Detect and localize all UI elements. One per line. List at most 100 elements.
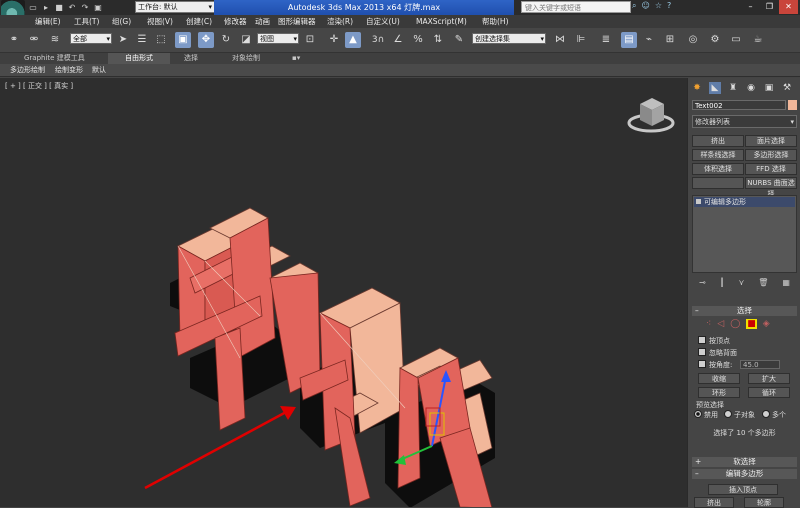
pin-stack-icon[interactable]: ⊸ xyxy=(699,278,706,290)
undo-icon[interactable]: ↶ xyxy=(67,3,77,12)
select-rotate-icon[interactable]: ↻ xyxy=(218,32,234,48)
workspace-dropdown[interactable]: 工作台: 默认 xyxy=(135,1,215,13)
selection-rollout-title[interactable]: – 选择 xyxy=(692,306,797,316)
edit-polygons-rollout-title[interactable]: – 编辑多边形 xyxy=(692,469,797,479)
mod-vol-select-button[interactable]: 体积选择 xyxy=(692,163,744,175)
shrink-button[interactable]: 收缩 xyxy=(698,373,740,384)
percent-snap-icon[interactable]: % xyxy=(410,32,426,48)
menu-group[interactable]: 组(G) xyxy=(112,16,131,27)
link-icon[interactable]: ⚭ xyxy=(6,32,22,48)
angle-spinner[interactable]: 45.0 xyxy=(740,360,780,369)
viewport-front[interactable]: [ + ] [ 正交 ] [ 真实 ] xyxy=(0,78,687,507)
mod-patch-select-button[interactable]: 面片选择 xyxy=(745,135,797,147)
minimize-icon[interactable]: – xyxy=(741,0,760,14)
preview-subobject-radio[interactable]: 子对象 xyxy=(724,410,755,420)
angle-snap-icon[interactable]: ∠ xyxy=(390,32,406,48)
object-name-field[interactable]: Text002 xyxy=(692,100,786,110)
tab-object-paint[interactable]: 对象绘制 xyxy=(226,53,266,64)
schematic-view-icon[interactable]: ⊞ xyxy=(662,32,678,48)
render-setup-icon[interactable]: ⚙ xyxy=(707,32,723,48)
open-file-icon[interactable]: ▸ xyxy=(41,3,51,12)
menu-graph-editors[interactable]: 图形编辑器 xyxy=(278,16,316,27)
menu-tools[interactable]: 工具(T) xyxy=(74,16,99,27)
select-object-icon[interactable]: ➤ xyxy=(115,32,131,48)
configure-sets-icon[interactable]: ▦ xyxy=(782,278,790,290)
object-color-swatch[interactable] xyxy=(788,100,797,110)
window-crossing-icon[interactable]: ▣ xyxy=(175,32,191,48)
restore-icon[interactable]: ❐ xyxy=(760,0,779,14)
menu-rendering[interactable]: 渲染(R) xyxy=(327,16,353,27)
by-angle-checkbox[interactable]: 按角度: xyxy=(698,360,732,370)
edge-level-icon[interactable]: ◁ xyxy=(717,319,724,329)
motion-panel-icon[interactable]: ◉ xyxy=(745,82,757,94)
soft-selection-rollout-title[interactable]: + 软选择 xyxy=(692,457,797,467)
show-end-result-icon[interactable]: ┃ xyxy=(720,278,725,290)
graphite-toggle-icon[interactable]: ▤ xyxy=(621,32,637,48)
menu-create[interactable]: 创建(C) xyxy=(186,16,212,27)
snap-toggle-icon[interactable]: 3∩ xyxy=(370,32,386,48)
display-panel-icon[interactable]: ▣ xyxy=(763,82,775,94)
hierarchy-panel-icon[interactable]: ♜ xyxy=(727,82,739,94)
selection-filter-dropdown[interactable]: 全部 xyxy=(70,33,112,44)
menu-view[interactable]: 视图(V) xyxy=(147,16,173,27)
material-editor-icon[interactable]: ◎ xyxy=(685,32,701,48)
menu-maxscript[interactable]: MAXScript(M) xyxy=(416,16,467,27)
make-unique-icon[interactable]: ⋎ xyxy=(738,278,744,290)
modifier-stack[interactable]: 可编辑多边形 xyxy=(692,195,797,273)
panel-poly-draw[interactable]: 多边形绘制 xyxy=(10,64,45,76)
mirror-icon[interactable]: ⋈ xyxy=(552,32,568,48)
reference-coord-dropdown[interactable]: 视图 xyxy=(257,33,299,44)
select-manipulate-icon[interactable]: ✛ xyxy=(326,32,342,48)
border-level-icon[interactable]: ◯ xyxy=(730,319,740,329)
utilities-panel-icon[interactable]: ⚒ xyxy=(781,82,793,94)
remove-modifier-icon[interactable]: 🗑 xyxy=(758,278,768,290)
create-panel-icon[interactable]: ✸ xyxy=(691,82,703,94)
keyboard-shortcut-override-icon[interactable]: ▲ xyxy=(345,32,361,48)
star-icon[interactable]: ☆ xyxy=(655,1,662,11)
project-folder-icon[interactable]: ▣ xyxy=(93,3,103,12)
extrude-button[interactable]: 挤出 xyxy=(694,497,734,508)
mod-extrude-button[interactable]: 挤出 xyxy=(692,135,744,147)
bind-space-warp-icon[interactable]: ≋ xyxy=(47,32,63,48)
tab-freeform[interactable]: 自由形式 xyxy=(108,53,170,64)
select-move-icon[interactable]: ✥ xyxy=(198,32,214,48)
mod-poly-select-button[interactable]: 多边形选择 xyxy=(745,149,797,161)
mod-ffd-select-button[interactable]: FFD 选择 xyxy=(745,163,797,175)
spinner-snap-icon[interactable]: ⇅ xyxy=(430,32,446,48)
preview-multi-radio[interactable]: 多个 xyxy=(762,410,786,420)
rendered-frame-window-icon[interactable]: ▭ xyxy=(728,32,744,48)
polygon-level-icon[interactable]: ■ xyxy=(746,319,757,329)
curve-editor-icon[interactable]: ⌁ xyxy=(641,32,657,48)
menu-edit[interactable]: 编辑(E) xyxy=(35,16,61,27)
render-production-icon[interactable]: ☕ xyxy=(750,32,766,48)
panel-defaults[interactable]: 默认 xyxy=(92,64,106,76)
user-icon[interactable]: ☺ xyxy=(641,1,649,11)
by-vertex-checkbox[interactable]: 按顶点 xyxy=(698,336,730,346)
grow-button[interactable]: 扩大 xyxy=(748,373,790,384)
rect-selection-icon[interactable]: ⬚ xyxy=(153,32,169,48)
ignore-backfacing-checkbox[interactable]: 忽略背面 xyxy=(698,348,737,358)
named-selection-dropdown[interactable]: 创建选择集 xyxy=(472,33,546,44)
outline-button[interactable]: 轮廓 xyxy=(744,497,784,508)
viewcube-icon[interactable] xyxy=(627,98,675,133)
element-level-icon[interactable]: ◈ xyxy=(763,319,770,329)
stack-item-editable-poly[interactable]: 可编辑多边形 xyxy=(694,197,795,207)
tab-graphite[interactable]: Graphite 建模工具 xyxy=(18,53,91,64)
new-file-icon[interactable]: ▭ xyxy=(28,3,38,12)
menu-modifiers[interactable]: 修改器 xyxy=(224,16,247,27)
menu-animation[interactable]: 动画 xyxy=(255,16,270,27)
save-icon[interactable]: ■ xyxy=(54,3,64,12)
ring-button[interactable]: 环形 xyxy=(698,387,740,398)
mod-nurbs-select-button[interactable]: NURBS 曲面选择 xyxy=(745,177,797,198)
pivot-center-icon[interactable]: ⊡ xyxy=(302,32,318,48)
layer-manager-icon[interactable]: ≣ xyxy=(598,32,614,48)
insert-vertex-button[interactable]: 插入顶点 xyxy=(708,484,778,495)
preview-disable-radio[interactable]: 禁用 xyxy=(694,410,718,420)
panel-paint-deform[interactable]: 绘制变形 xyxy=(55,64,83,76)
edit-named-selection-icon[interactable]: ✎ xyxy=(451,32,467,48)
modify-panel-icon[interactable]: ◣ xyxy=(709,82,721,94)
select-by-name-icon[interactable]: ☰ xyxy=(134,32,150,48)
ribbon-options-icon[interactable]: ▪▾ xyxy=(286,53,306,64)
loop-button[interactable]: 循环 xyxy=(748,387,790,398)
mod-empty-button[interactable] xyxy=(692,177,744,189)
